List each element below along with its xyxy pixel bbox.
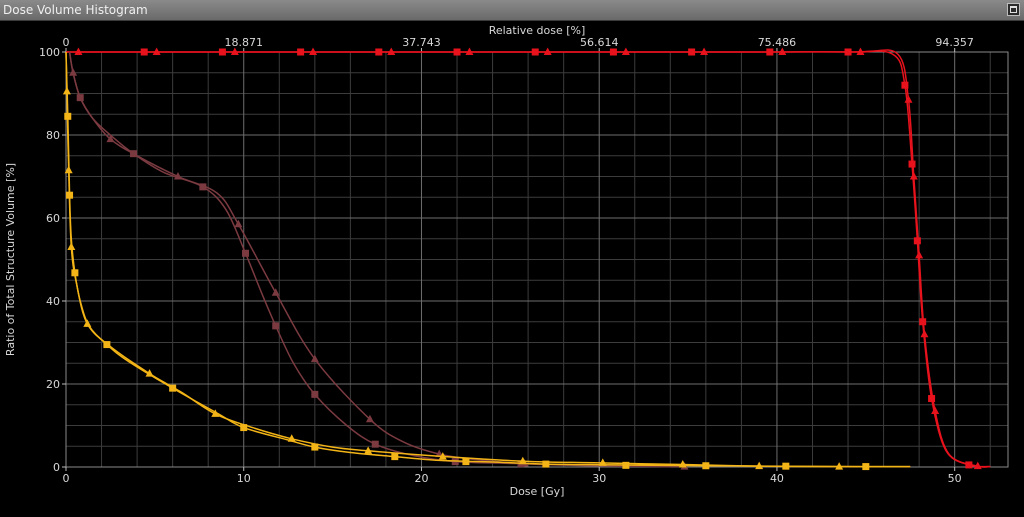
square-marker (928, 395, 936, 403)
x2-tick-label: 56.614 (580, 36, 619, 49)
x2-tick-label: 94.357 (935, 36, 974, 49)
window-titlebar: Dose Volume Histogram (0, 0, 1024, 21)
window-title: Dose Volume Histogram (3, 3, 148, 17)
chart-background (0, 21, 1024, 517)
square-marker (311, 390, 319, 398)
x2-tick-label: 37.743 (402, 36, 441, 49)
square-marker (462, 458, 470, 466)
x-axis-label: Dose [Gy] (510, 485, 565, 498)
x-tick-label: 20 (414, 472, 428, 485)
y-tick-label: 60 (46, 212, 60, 225)
x2-tick-label: 18.871 (224, 36, 263, 49)
dvh-chart: 0 10 20 30 40 500204060801000 18.871 37.743 56.6… (0, 21, 1024, 517)
y-tick-label: 80 (46, 129, 60, 142)
x2-tick-label: 75.486 (758, 36, 797, 49)
x2-tick-label: 0 (63, 36, 70, 49)
square-marker (242, 249, 250, 257)
maximize-button[interactable] (1007, 3, 1020, 16)
x-tick-label: 0 (63, 472, 70, 485)
top-axis-label: Relative dose [%] (489, 24, 586, 37)
square-marker (391, 453, 399, 461)
x-tick-label: 40 (770, 472, 784, 485)
grid (65, 51, 1008, 468)
y-tick-label: 100 (39, 46, 60, 59)
x-tick-label: 10 (237, 472, 251, 485)
maximize-icon (1010, 6, 1017, 13)
square-marker (371, 440, 379, 448)
y-tick-label: 40 (46, 295, 60, 308)
x-tick-label: 30 (592, 472, 606, 485)
x-tick-label: 50 (948, 472, 962, 485)
y-axis-label: Ratio of Total Structure Volume [%] (4, 163, 17, 356)
square-marker (908, 160, 916, 168)
y-tick-label: 0 (53, 461, 60, 474)
y-tick-label: 20 (46, 378, 60, 391)
square-marker (272, 322, 280, 330)
